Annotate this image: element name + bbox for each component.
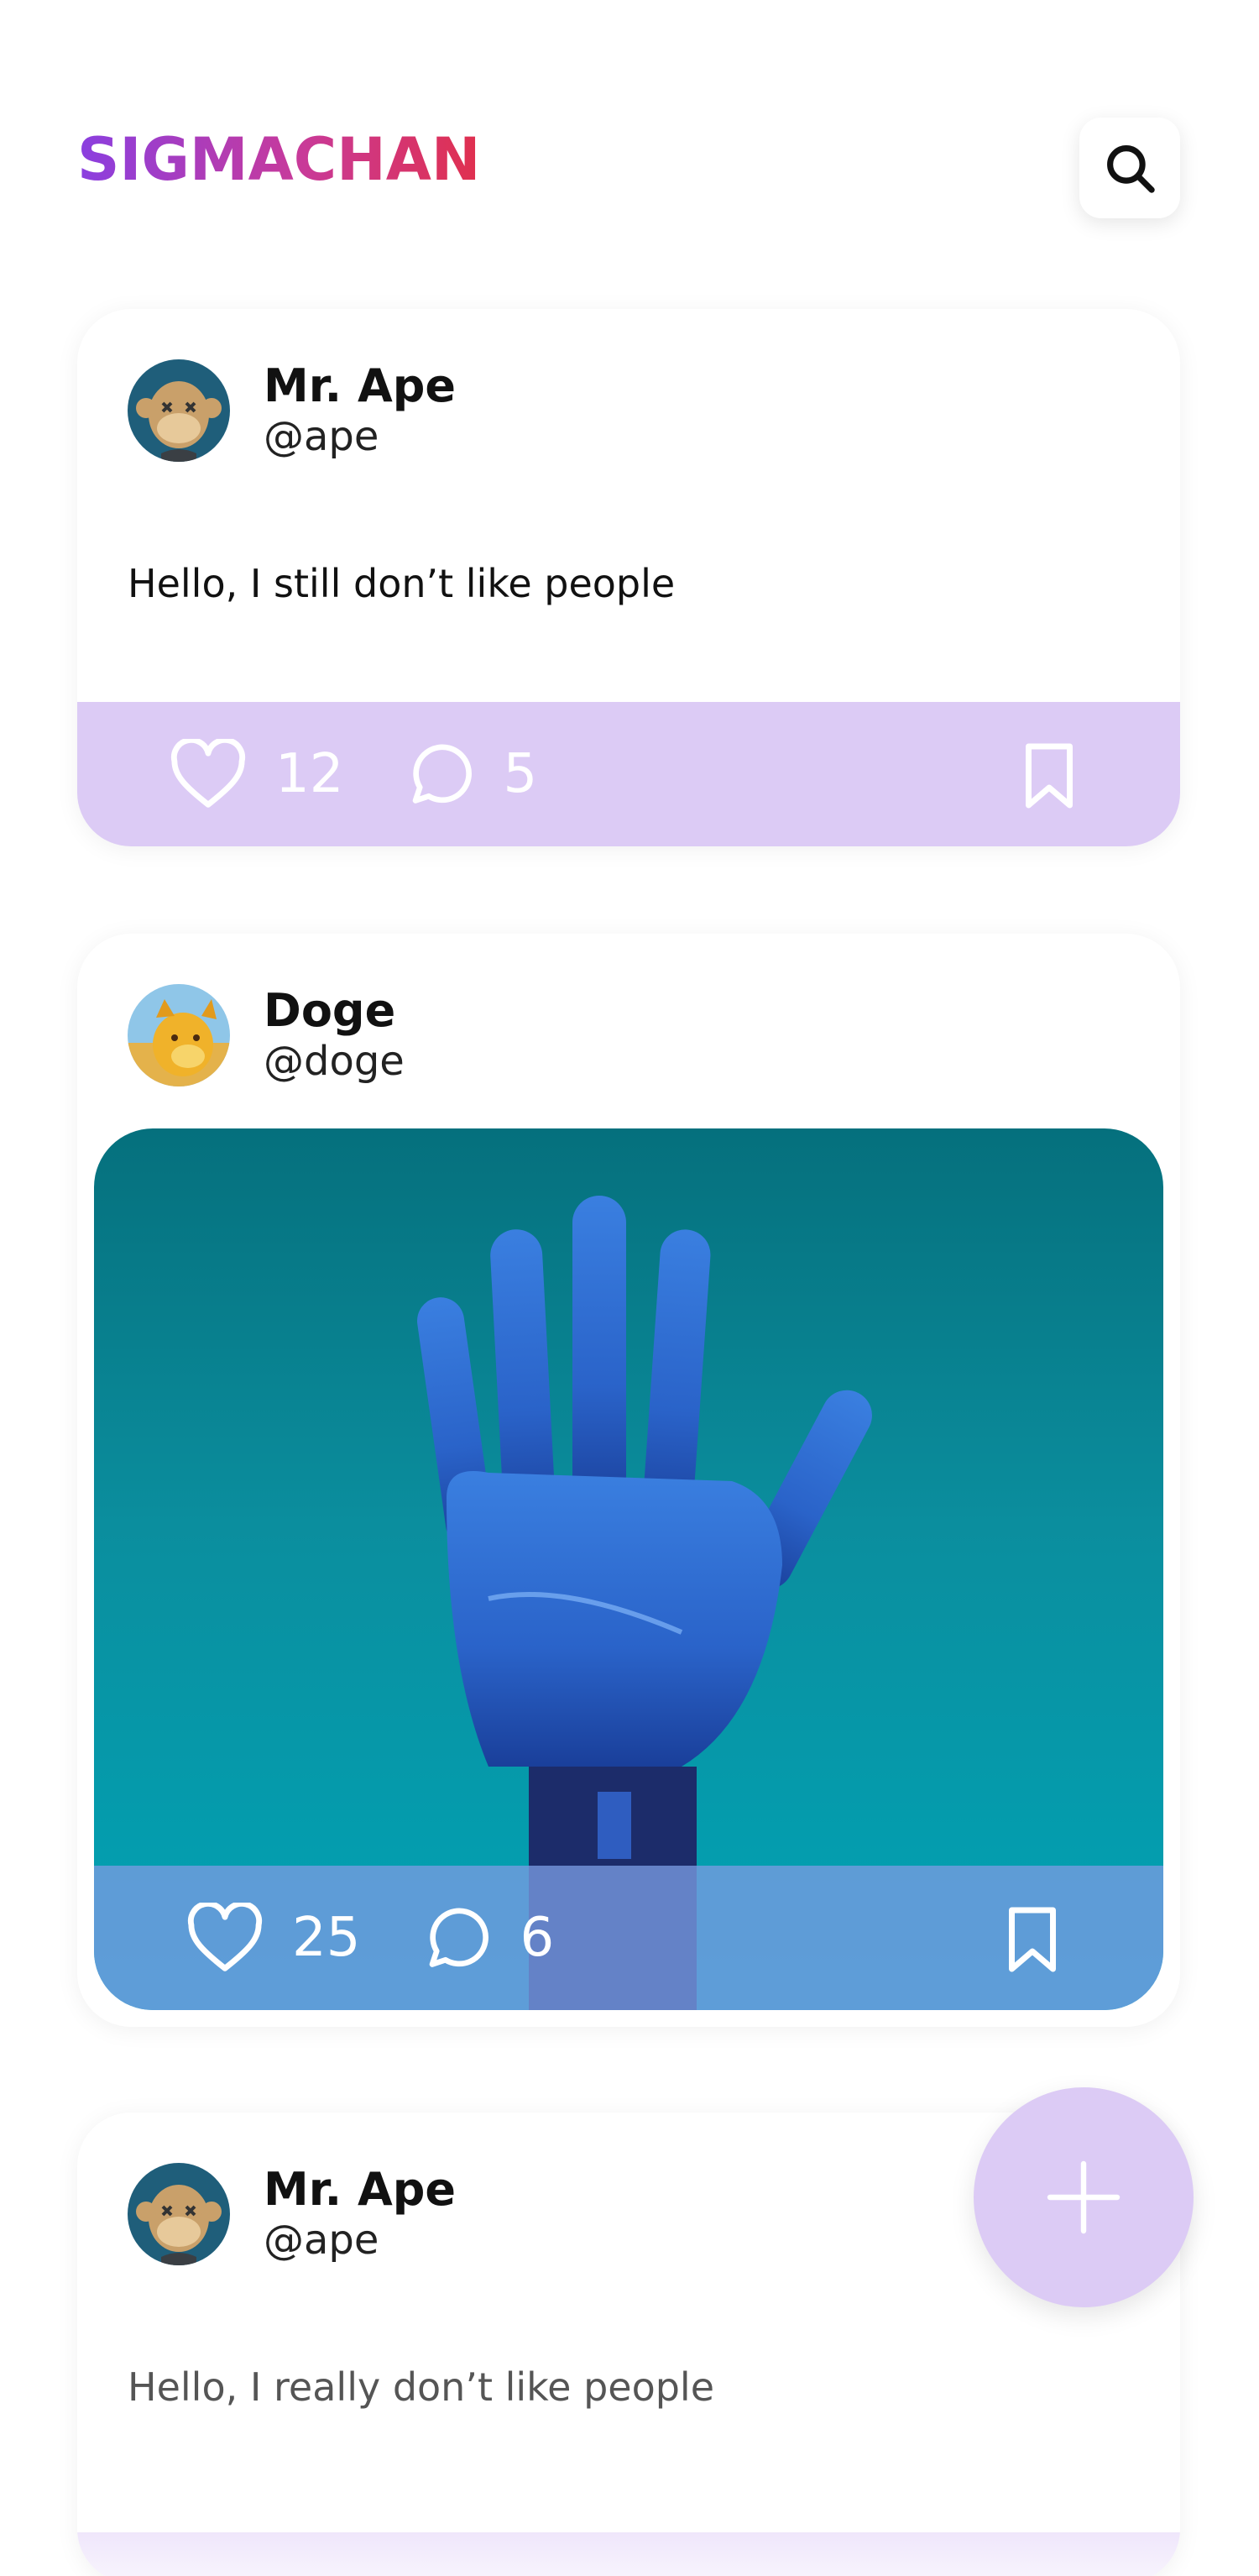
author-handle: @ape [264, 2217, 379, 2264]
app-logo: SIGMACHAN [77, 125, 481, 194]
like-button[interactable]: 12 [170, 739, 343, 809]
post-card[interactable]: Mr. Ape @ape Hello, I still don’t like p… [77, 309, 1180, 846]
author-handle: @ape [264, 413, 379, 460]
post-actions [77, 2532, 1180, 2576]
search-icon [1107, 145, 1155, 193]
bookmark-button[interactable] [1002, 1904, 1063, 1978]
comment-icon [413, 744, 473, 804]
post-author[interactable]: Mr. Ape @ape [128, 359, 456, 462]
new-post-button[interactable] [974, 2087, 1194, 2307]
heart-icon [170, 739, 246, 808]
post-actions: 25 6 [94, 1866, 1163, 2010]
avatar[interactable] [128, 359, 230, 462]
feed-screen: SIGMACHAN Mr. Ape @ape Hello, I still do… [0, 0, 1259, 2576]
plus-icon [1047, 2160, 1121, 2234]
comment-button[interactable]: 5 [404, 739, 537, 809]
comment-count: 6 [520, 1907, 555, 1969]
author-handle: @doge [264, 1038, 405, 1085]
comment-icon [430, 1908, 489, 1967]
bookmark-icon [1009, 1907, 1056, 1972]
heart-icon [187, 1903, 263, 1971]
comment-button[interactable]: 6 [421, 1903, 554, 1973]
author-name: Mr. Ape [264, 359, 457, 412]
post-author[interactable]: Mr. Ape @ape [128, 2163, 456, 2265]
author-name: Doge [264, 984, 396, 1037]
avatar[interactable] [128, 2163, 230, 2265]
search-button[interactable] [1079, 118, 1180, 218]
post-text: Hello, I still don’t like people [128, 561, 676, 606]
like-button[interactable]: 25 [186, 1903, 360, 1973]
bookmark-icon [1026, 743, 1073, 809]
comment-count: 5 [503, 743, 538, 805]
post-image[interactable]: 25 6 [94, 1128, 1163, 2010]
author-name: Mr. Ape [264, 2163, 457, 2216]
post-card[interactable]: Doge @doge 25 6 [77, 934, 1180, 2027]
like-count: 12 [275, 743, 344, 805]
post-author[interactable]: Doge @doge [128, 984, 405, 1086]
like-count: 25 [292, 1907, 361, 1969]
avatar[interactable] [128, 984, 230, 1086]
bookmark-button[interactable] [1019, 741, 1079, 814]
post-text: Hello, I really don’t like people [128, 2364, 715, 2410]
post-actions: 12 5 [77, 702, 1180, 846]
